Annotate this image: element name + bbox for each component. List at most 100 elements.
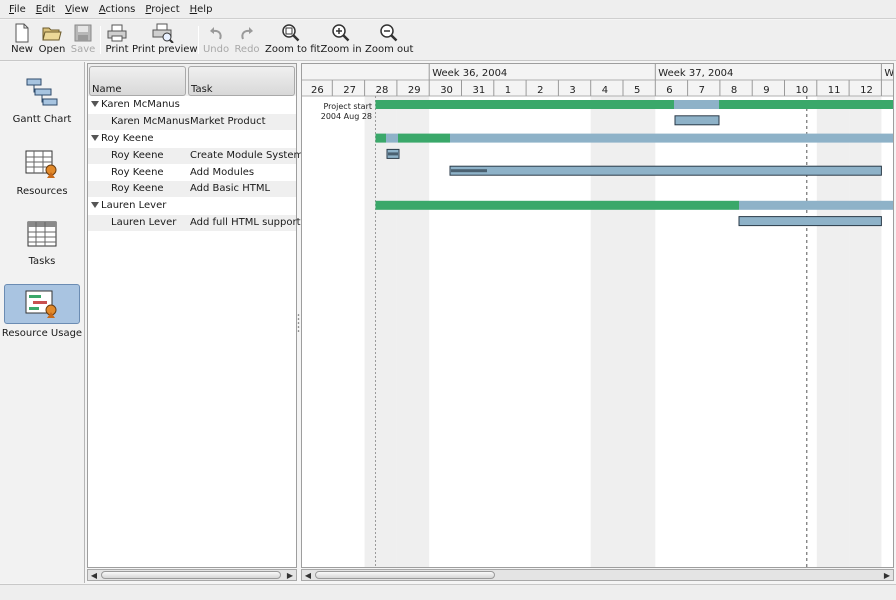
open-folder-icon <box>42 27 62 41</box>
resource-usage-bar <box>375 200 739 210</box>
undo-arrow-icon <box>210 27 222 40</box>
menu-help-label: elp <box>197 3 213 15</box>
weekend-column <box>364 96 397 567</box>
save-button[interactable]: Save <box>69 22 97 59</box>
resource-name: Karen McManus <box>101 99 180 110</box>
menubar: File Edit View Actions Project Help <box>0 0 896 19</box>
open-button[interactable]: Open <box>37 22 67 59</box>
week-label: Week 37, 2004 <box>658 68 733 79</box>
resources-icon <box>25 150 57 178</box>
task-progress <box>388 152 398 156</box>
table-row[interactable]: Karen McManus <box>88 97 296 113</box>
pane-resize-handle[interactable] <box>297 313 300 335</box>
column-header-task-label: Task <box>191 84 213 95</box>
new-label: New <box>11 44 33 55</box>
undo-button[interactable]: Undo <box>202 22 230 59</box>
task-bar <box>738 216 882 227</box>
resource-name: Roy Keene <box>111 150 164 161</box>
status-bar <box>0 584 896 600</box>
view-resources[interactable]: Resources <box>4 142 80 208</box>
menu-actions-label: ctions <box>105 3 136 15</box>
table-horizontal-scrollbar[interactable]: ◀ ▶ <box>87 569 297 581</box>
print-preview-icon <box>152 23 174 43</box>
print-label: Print <box>105 44 129 55</box>
undo-label: Undo <box>202 44 230 55</box>
menu-view[interactable]: View <box>60 4 94 15</box>
scrollbar-thumb[interactable] <box>101 571 281 579</box>
resource-name: Lauren Lever <box>111 217 177 228</box>
grip-dots-icon <box>297 314 300 332</box>
view-tasks[interactable]: Tasks <box>4 212 80 278</box>
table-row[interactable]: Roy Keene Create Module System <box>88 148 303 164</box>
view-gantt-chart[interactable]: Gantt Chart <box>4 70 80 136</box>
new-button[interactable]: New <box>8 22 36 59</box>
table-row[interactable]: Karen McManus Market Product <box>88 114 296 130</box>
save-disk-icon <box>74 24 92 42</box>
gantt-chart-icon <box>26 78 58 106</box>
print-button[interactable]: Print <box>104 22 130 59</box>
gantt-horizontal-scrollbar[interactable]: ◀ ▶ <box>301 569 894 581</box>
zoom-fit-icon <box>282 24 300 42</box>
view-switcher: Gantt Chart Resources Tasks Resource Usa… <box>0 62 85 583</box>
menu-help[interactable]: Help <box>185 4 218 15</box>
table-row[interactable]: Lauren Lever Add full HTML support <box>88 215 301 231</box>
expand-triangle-icon[interactable] <box>91 101 99 107</box>
week-label: Week 36, 2004 <box>432 68 507 79</box>
zoom-to-fit-button[interactable]: Zoom to fit <box>265 22 320 59</box>
zoom-in-button[interactable]: Zoom in <box>320 22 362 59</box>
menu-actions[interactable]: Actions <box>94 4 141 15</box>
resource-name: Karen McManus <box>111 116 190 127</box>
menu-file[interactable]: File <box>4 4 31 15</box>
menu-edit[interactable]: Edit <box>31 4 60 15</box>
day-label: 7 <box>699 85 705 96</box>
menu-project-label: roject <box>151 3 180 15</box>
task-progress <box>451 169 487 173</box>
scroll-right-arrow-icon[interactable]: ▶ <box>285 571 295 581</box>
day-label: 5 <box>634 85 640 96</box>
project-start-date: 2004 Aug 28 <box>321 112 372 121</box>
menu-project[interactable]: Project <box>140 4 184 15</box>
day-label: 6 <box>666 85 672 96</box>
table-row[interactable]: Lauren Lever <box>88 198 296 214</box>
table-header: Name Task <box>88 64 296 96</box>
day-label: 10 <box>796 85 809 96</box>
task-name: Market Product <box>190 116 266 127</box>
redo-arrow-icon <box>241 27 253 40</box>
view-resource-usage[interactable] <box>4 284 80 324</box>
day-label: 3 <box>569 85 575 96</box>
resource-usage-bar <box>386 133 398 143</box>
expand-triangle-icon[interactable] <box>91 202 99 208</box>
table-row[interactable]: Roy Keene Add Modules <box>88 165 296 181</box>
scroll-right-arrow-icon[interactable]: ▶ <box>882 571 892 581</box>
scroll-left-arrow-icon[interactable]: ◀ <box>89 571 99 581</box>
gantt-chart: Week 36, 2004 Week 37, 2004 W 26 27 28 29 30 31 1… <box>301 63 894 568</box>
menu-file-label: ile <box>14 3 26 15</box>
tasks-table-icon <box>27 221 57 247</box>
scrollbar-thumb[interactable] <box>315 571 495 579</box>
print-preview-button[interactable]: Print preview <box>132 22 198 59</box>
table-row[interactable]: Roy Keene <box>88 131 296 147</box>
resource-name: Roy Keene <box>111 167 164 178</box>
expand-triangle-icon[interactable] <box>91 135 99 141</box>
column-header-name-label: Name <box>92 84 122 95</box>
day-label: 8 <box>731 85 737 96</box>
resource-name: Roy Keene <box>101 133 154 144</box>
day-label: 26 <box>311 85 324 96</box>
task-name: Add Modules <box>190 167 255 178</box>
week-label: W <box>884 68 894 79</box>
column-header-task[interactable]: Task <box>188 66 295 96</box>
scroll-left-arrow-icon[interactable]: ◀ <box>303 571 313 581</box>
day-label: 30 <box>440 85 453 96</box>
menu-edit-label: dit <box>42 3 56 15</box>
resource-task-table: Name Task Karen McManus Karen McManus Ma… <box>87 63 303 568</box>
day-label: 1 <box>505 85 511 96</box>
menu-view-accel: V <box>65 3 72 15</box>
column-header-name[interactable]: Name <box>89 66 186 96</box>
open-label: Open <box>38 44 66 55</box>
day-label: 11 <box>828 85 841 96</box>
resource-name: Lauren Lever <box>101 200 167 211</box>
day-label: 28 <box>376 85 389 96</box>
zoom-out-button[interactable]: Zoom out <box>365 22 413 59</box>
redo-button[interactable]: Redo <box>233 22 261 59</box>
table-row[interactable]: Roy Keene Add Basic HTML <box>88 181 296 197</box>
